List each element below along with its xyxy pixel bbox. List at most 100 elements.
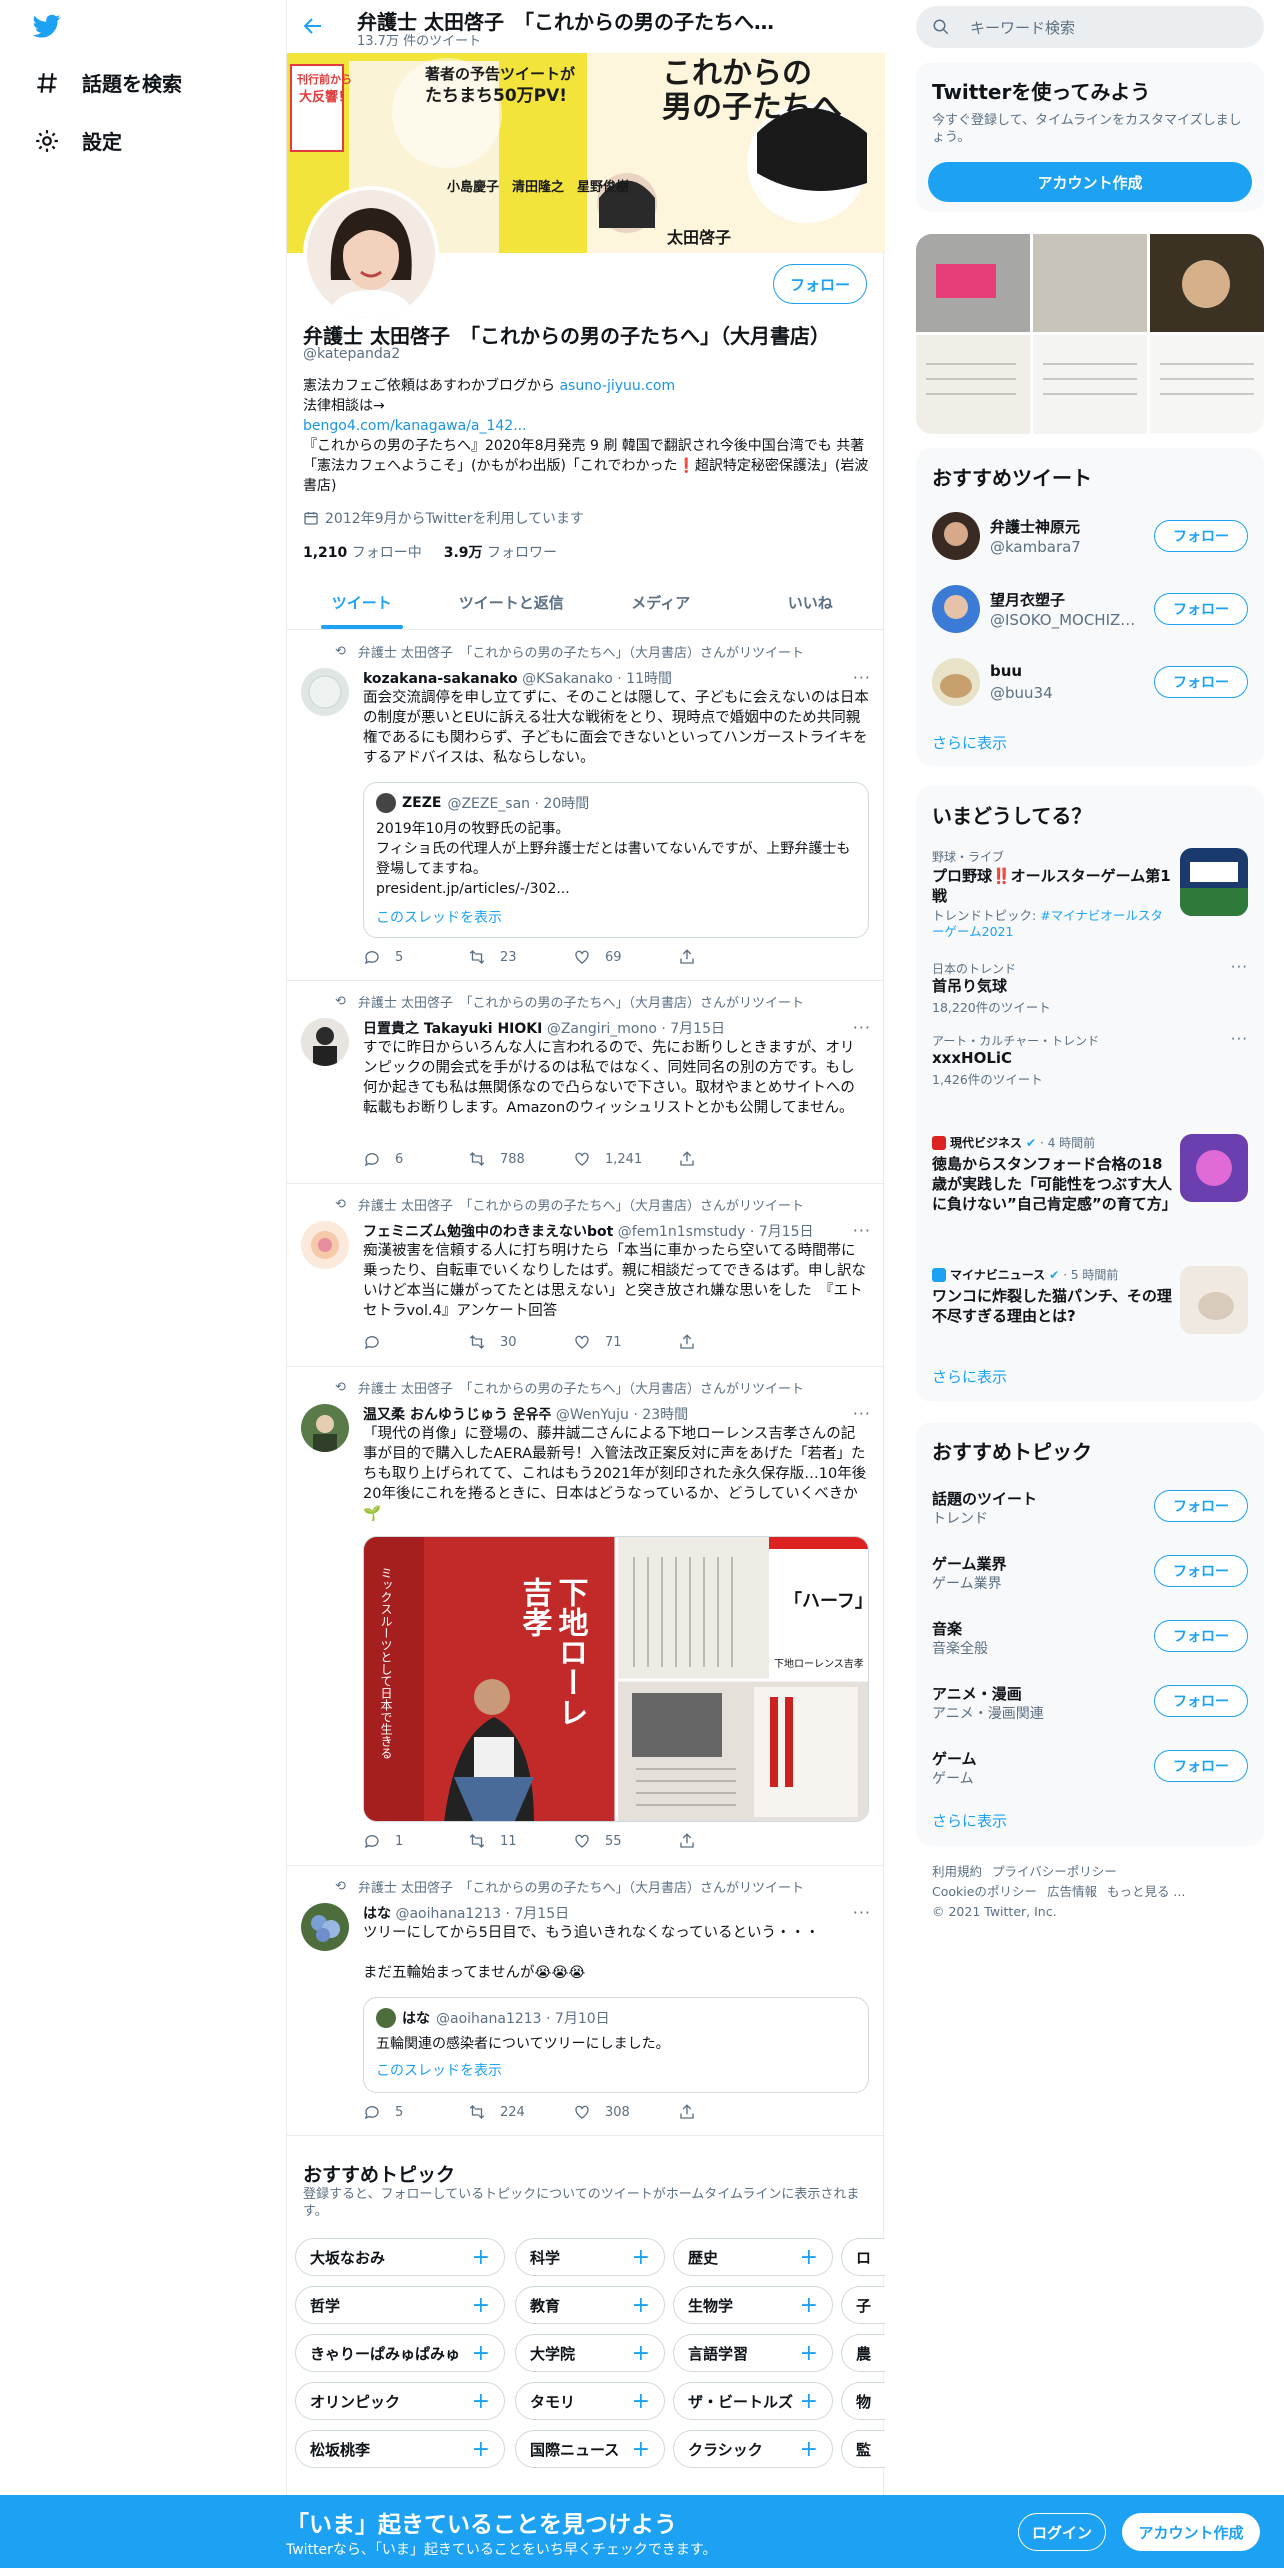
twitter-logo-icon[interactable] [32,12,62,40]
tweet-1[interactable]: ⟲ 弁護士 太田啓子 「これからの男の子たちへ」（大月書店）さんがリツイート ko… [287,632,885,981]
more-options-icon[interactable]: ··· [853,1903,871,1922]
back-arrow-icon[interactable] [301,14,325,38]
more-options-icon[interactable]: ··· [1231,1030,1248,1048]
followers-link[interactable]: 3.9万 フォロワー [444,542,557,562]
topic-chip[interactable]: オリンピック + [295,2382,505,2420]
footer-privacy[interactable]: プライバシーポリシー [992,1864,1117,1879]
tweet-author[interactable]: はな [363,1906,391,1922]
tweet-handle[interactable]: @Zangiri_mono [547,1021,657,1037]
footer-terms[interactable]: 利用規約 [932,1864,982,1879]
follow-button[interactable]: フォロー [1154,1750,1248,1782]
avatar[interactable] [301,1404,349,1452]
footer-more[interactable]: もっと見る ... [1107,1884,1185,1899]
media-grid[interactable] [916,234,1264,434]
follow-button[interactable]: フォロー [1154,1555,1248,1587]
like-button[interactable]: 71 [573,1333,678,1351]
footer-cookies[interactable]: Cookieのポリシー [932,1884,1037,1899]
bio-link-bengo4[interactable]: bengo4.com/kanagawa/a_142... [303,418,527,434]
tweet-handle[interactable]: @WenYuju [556,1407,629,1423]
bio-link-blog[interactable]: asuno-jiyuu.com [559,378,675,394]
nav-explore[interactable]: 話題を検索 [34,68,182,97]
tweet-media[interactable]: 下地ローレ 吉孝 ミックスルーツとして日本で生きる 「ハーフ」なんだろ 下地ロー… [363,1536,869,1822]
tweet-time[interactable]: · 11時間 [617,671,672,687]
tweet-time[interactable]: · 7月15日 [661,1021,725,1037]
quoted-tweet[interactable]: はな @aoihana1213 · 7月10日 五輪関連の感染者についてツリーに… [363,1997,869,2093]
reply-button[interactable]: 5 [363,948,468,966]
follow-suggestion[interactable]: 弁護士神原元 @kambara7 フォロー [916,500,1264,573]
show-more-link[interactable]: さらに表示 [932,1810,1007,1831]
follow-button[interactable]: フォロー [1154,593,1248,625]
tab-tweets[interactable]: ツイート [287,576,437,629]
follow-button[interactable]: フォロー [1154,1685,1248,1717]
topic-item[interactable]: アニメ・漫画 アニメ・漫画関連 フォロー [916,1669,1264,1733]
login-button[interactable]: ログイン [1018,2513,1106,2551]
tweet-time[interactable]: · 7月15日 [750,1224,814,1240]
tweet-time[interactable]: · 7月15日 [505,1906,569,1922]
show-thread-link[interactable]: このスレッドを表示 [376,2060,502,2080]
share-button[interactable] [678,1333,783,1351]
topic-chip[interactable]: 松坂桃李 + [295,2430,505,2468]
tweet-handle[interactable]: @aoihana1213 [395,1906,501,1922]
following-link[interactable]: 1,210 フォロー中 [303,542,422,562]
topic-chip[interactable]: 哲学 + [295,2286,505,2324]
tab-media[interactable]: メディア [586,576,736,629]
tweet-author[interactable]: フェミニズム勉強中のわきまえないbot [363,1224,613,1240]
trend-item[interactable]: 野球・ライブ プロ野球‼️オールスターゲーム第1戦 トレンドトピック: #マイナ… [916,838,1264,948]
follow-button[interactable]: フォロー [773,264,867,304]
tweet-5[interactable]: ⟲ 弁護士 太田啓子 「これからの男の子たちへ」（大月書店）さんがリツイート はな… [287,1867,885,2136]
signup-button[interactable]: アカウント作成 [1122,2513,1260,2551]
avatar[interactable] [301,1221,349,1269]
search-input[interactable]: キーワード検索 [916,6,1264,48]
avatar[interactable] [301,668,349,716]
news-item[interactable]: 現代ビジネス ✔ · 4 時間前 徳島からスタンフォード合格の18歳が実践した「可能… [916,1134,1264,1254]
follow-button[interactable]: フォロー [1154,1490,1248,1522]
topic-chip[interactable]: きゃりーぱみゅぱみゅ + [295,2334,505,2372]
nav-settings[interactable]: 設定 [34,126,122,155]
retweet-button[interactable]: 30 [468,1333,573,1351]
tweet-handle[interactable]: @KSakanako [522,671,613,687]
show-more-link[interactable]: さらに表示 [932,1366,1007,1387]
topic-item[interactable]: ゲーム業界 ゲーム業界 フォロー [916,1539,1264,1603]
topic-chip[interactable]: 国際ニュース + [515,2430,665,2468]
topic-chip[interactable]: 大学院 + [515,2334,665,2372]
like-button[interactable]: 1,241 [573,1150,678,1168]
topic-chip[interactable]: 科学 + [515,2238,665,2276]
tweet-author[interactable]: 日置貴之 Takayuki HIOKI [363,1021,542,1037]
tab-tweets-replies[interactable]: ツイートと返信 [437,576,587,629]
topic-item[interactable]: 話題のツイート トレンド フォロー [916,1474,1264,1538]
topic-chip[interactable]: ロ [841,2238,885,2276]
share-button[interactable] [678,1832,783,1850]
profile-avatar[interactable] [303,186,439,322]
follow-suggestion[interactable]: buu @buu34 フォロー [916,646,1264,719]
topic-item[interactable]: 音楽 音楽全般 フォロー [916,1604,1264,1668]
topic-chip[interactable]: 大坂なおみ + [295,2238,505,2276]
show-more-link[interactable]: さらに表示 [932,732,1007,753]
trend-item[interactable]: 日本のトレンド 首吊り気球 18,220件のツイート ··· [916,954,1264,1024]
trend-item[interactable]: アート・カルチャー・トレンド xxxHOLiC 1,426件のツイート ··· [916,1026,1264,1096]
more-options-icon[interactable]: ··· [1231,958,1248,976]
like-button[interactable]: 55 [573,1832,678,1850]
more-options-icon[interactable]: ··· [853,668,871,687]
topic-chip[interactable]: 物 [841,2382,885,2420]
tweet-handle[interactable]: @fem1n1smstudy [618,1224,746,1240]
tweet-3[interactable]: ⟲ 弁護士 太田啓子 「これからの男の子たちへ」（大月書店）さんがリツイート フェ… [287,1185,885,1367]
topic-item[interactable]: ゲーム ゲーム フォロー [916,1734,1264,1798]
reply-button[interactable]: 6 [363,1150,468,1168]
share-button[interactable] [678,1150,783,1168]
like-button[interactable]: 69 [573,948,678,966]
share-button[interactable] [678,2103,783,2121]
share-button[interactable] [678,948,783,966]
topic-chip[interactable]: 子 [841,2286,885,2324]
tweet-author[interactable]: 温又柔 おんゆうじゅう 운유주 [363,1407,551,1423]
more-options-icon[interactable]: ··· [853,1221,871,1240]
avatar[interactable] [301,1018,349,1066]
topic-chip[interactable]: ザ・ビートルズ + [673,2382,833,2420]
follow-button[interactable]: フォロー [1154,666,1248,698]
retweet-button[interactable]: 224 [468,2103,573,2121]
tweet-2[interactable]: ⟲ 弁護士 太田啓子 「これからの男の子たちへ」（大月書店）さんがリツイート 日置… [287,982,885,1184]
topic-chip[interactable]: 農 [841,2334,885,2372]
follow-button[interactable]: フォロー [1154,1620,1248,1652]
reply-button[interactable]: 1 [363,1832,468,1850]
tweet-author[interactable]: kozakana-sakanako [363,671,518,687]
topic-chip[interactable]: クラシック + [673,2430,833,2468]
